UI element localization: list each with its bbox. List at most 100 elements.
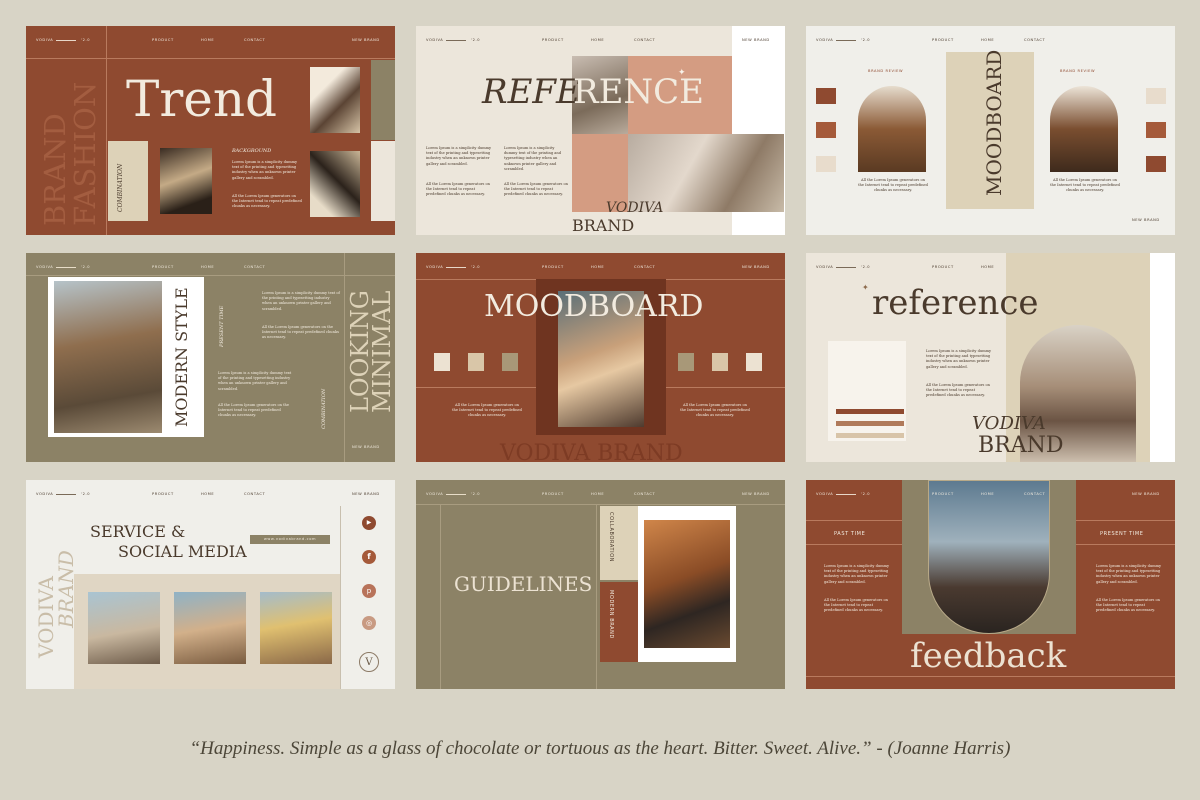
divider <box>416 504 785 505</box>
vodiva-label: VODIVA <box>972 413 1046 434</box>
body-text: All the Lorem Ipsum generators on the In… <box>1096 598 1160 613</box>
divider <box>806 676 1175 677</box>
combination-label: COMBINATION <box>117 163 124 212</box>
nav-contact[interactable]: CONTACT <box>1024 38 1045 42</box>
nav-contact[interactable]: CONTACT <box>634 492 655 496</box>
social-label: SOCIAL MEDIA <box>118 542 247 561</box>
nav-home[interactable]: HOME <box>201 265 214 269</box>
divider <box>440 504 441 689</box>
modern-brand-label: MODERN BRAND <box>608 590 614 639</box>
nav-home[interactable]: HOME <box>981 492 994 496</box>
color-block <box>371 141 395 221</box>
nav-brand: VODIVA <box>816 492 834 496</box>
swatch <box>712 353 728 371</box>
nav-product[interactable]: PRODUCT <box>542 492 564 496</box>
quote-caption: “Happiness. Simple as a glass of chocola… <box>189 738 1011 759</box>
body-text: All the Lorem Ipsum generators on the In… <box>262 325 339 340</box>
nav-contact[interactable]: CONTACT <box>244 492 265 496</box>
nav-year: '2.0 <box>471 38 481 42</box>
color-block <box>108 141 148 221</box>
minimal-label: MINIMAL <box>368 290 395 413</box>
nav-brand: VODIVA <box>36 265 54 269</box>
divider <box>1076 544 1175 545</box>
slide-title: reference <box>872 283 1039 323</box>
instagram-icon[interactable]: ◎ <box>362 616 376 630</box>
nav-product[interactable]: PRODUCT <box>932 265 954 269</box>
body-text: All the Lorem Ipsum generators on the In… <box>426 182 490 197</box>
body-text: Lorem Ipsum is a simplicity dummy text o… <box>218 371 292 391</box>
slide-reference-2[interactable]: VODIVA '2.0 PRODUCT HOME CONTACT NEW BRA… <box>806 253 1175 462</box>
body-text: All the Lorem Ipsum generators on the In… <box>858 178 928 193</box>
body-text: Lorem Ipsum is a simplicity dummy text o… <box>262 291 340 311</box>
nav-product[interactable]: PRODUCT <box>932 492 954 496</box>
nav-home[interactable]: HOME <box>591 492 604 496</box>
body-text: All the Lorem Ipsum generators on the In… <box>504 182 568 197</box>
body-text: Lorem Ipsum is a simplicity dummy text o… <box>426 146 492 166</box>
nav-product[interactable]: PRODUCT <box>542 38 564 42</box>
nav-home[interactable]: HOME <box>201 492 214 496</box>
body-text: All the Lorem Ipsum generators on the In… <box>1050 178 1120 193</box>
nav-contact[interactable]: CONTACT <box>1024 492 1045 496</box>
body-text: Lorem Ipsum is a simplicity dummy text o… <box>232 160 298 180</box>
swatch <box>468 353 484 371</box>
model-photo <box>858 86 926 172</box>
background-label: BACKGROUND <box>232 148 272 154</box>
nav-year: '2.0 <box>861 265 871 269</box>
divider <box>836 40 856 41</box>
swatch <box>1146 156 1166 172</box>
facebook-icon[interactable]: f <box>362 550 376 564</box>
nav-year: '2.0 <box>471 265 481 269</box>
divider <box>446 267 466 268</box>
body-text: Lorem Ipsum is a simplicity dummy text o… <box>504 146 562 171</box>
body-text: All the Lorem Ipsum generators on the In… <box>824 598 888 613</box>
nav-new-brand: NEW BRAND <box>352 38 380 42</box>
nav-brand: VODIVA <box>426 265 444 269</box>
slide-trend[interactable]: VODIVA '2.0 PRODUCT HOME CONTACT NEW BRA… <box>26 26 395 235</box>
divider <box>106 26 107 235</box>
stripe <box>836 409 904 414</box>
slide-moodboard[interactable]: VODIVA '2.0 PRODUCT HOME CONTACT NEW BRA… <box>416 253 785 462</box>
stripe <box>836 433 904 438</box>
body-text: All the Lorem Ipsum generators on the In… <box>680 403 750 418</box>
nav-contact[interactable]: CONTACT <box>244 38 265 42</box>
brand-label: BRAND <box>38 113 72 226</box>
swatch <box>502 353 518 371</box>
divider <box>836 267 856 268</box>
website-link[interactable]: www.vodivabrand.com <box>250 535 330 544</box>
social-photo <box>260 592 332 664</box>
youtube-icon[interactable]: ▶ <box>362 516 376 530</box>
model-photo <box>928 480 1050 634</box>
nav-home[interactable]: HOME <box>981 38 994 42</box>
nav-product[interactable]: PRODUCT <box>152 492 174 496</box>
slide-reference[interactable]: VODIVA '2.0 PRODUCT HOME CONTACT NEW BRA… <box>416 26 785 235</box>
slide-guidelines[interactable]: VODIVA '2.0 PRODUCT HOME CONTACT NEW BRA… <box>416 480 785 689</box>
nav-product[interactable]: PRODUCT <box>932 38 954 42</box>
stripe <box>836 421 904 426</box>
nav-product[interactable]: PRODUCT <box>152 265 174 269</box>
slide-brand-review[interactable]: VODIVA '2.0 PRODUCT HOME CONTACT MOODBOA… <box>806 26 1175 235</box>
nav-home[interactable]: HOME <box>981 265 994 269</box>
modern-style-label: MODERN STYLE <box>172 287 191 427</box>
swatch <box>1146 122 1166 138</box>
nav-contact[interactable]: CONTACT <box>244 265 265 269</box>
nav-product[interactable]: PRODUCT <box>542 265 564 269</box>
slide-feedback[interactable]: VODIVA '2.0 PRODUCT HOME CONTACT NEW BRA… <box>806 480 1175 689</box>
slide-title: Trend <box>126 70 278 128</box>
vodiva-label: VODIVA <box>606 200 664 216</box>
nav-home[interactable]: HOME <box>591 38 604 42</box>
service-label: SERVICE & <box>90 522 186 541</box>
slide-title: GUIDELINES <box>454 572 593 596</box>
pinterest-icon[interactable]: p <box>362 584 376 598</box>
face-photo <box>310 151 360 217</box>
divider <box>446 40 466 41</box>
nav-home[interactable]: HOME <box>591 265 604 269</box>
logo-icon: V <box>359 652 379 672</box>
slide-modern-style[interactable]: VODIVA '2.0 PRODUCT HOME CONTACT MODERN … <box>26 253 395 462</box>
nav-home[interactable]: HOME <box>201 38 214 42</box>
past-time-label: PAST TIME <box>834 531 866 537</box>
slide-social-media[interactable]: VODIVA '2.0 PRODUCT HOME CONTACT NEW BRA… <box>26 480 395 689</box>
nav-contact[interactable]: CONTACT <box>634 265 655 269</box>
nav-product[interactable]: PRODUCT <box>152 38 174 42</box>
nav-contact[interactable]: CONTACT <box>634 38 655 42</box>
nav-brand: VODIVA <box>36 492 54 496</box>
